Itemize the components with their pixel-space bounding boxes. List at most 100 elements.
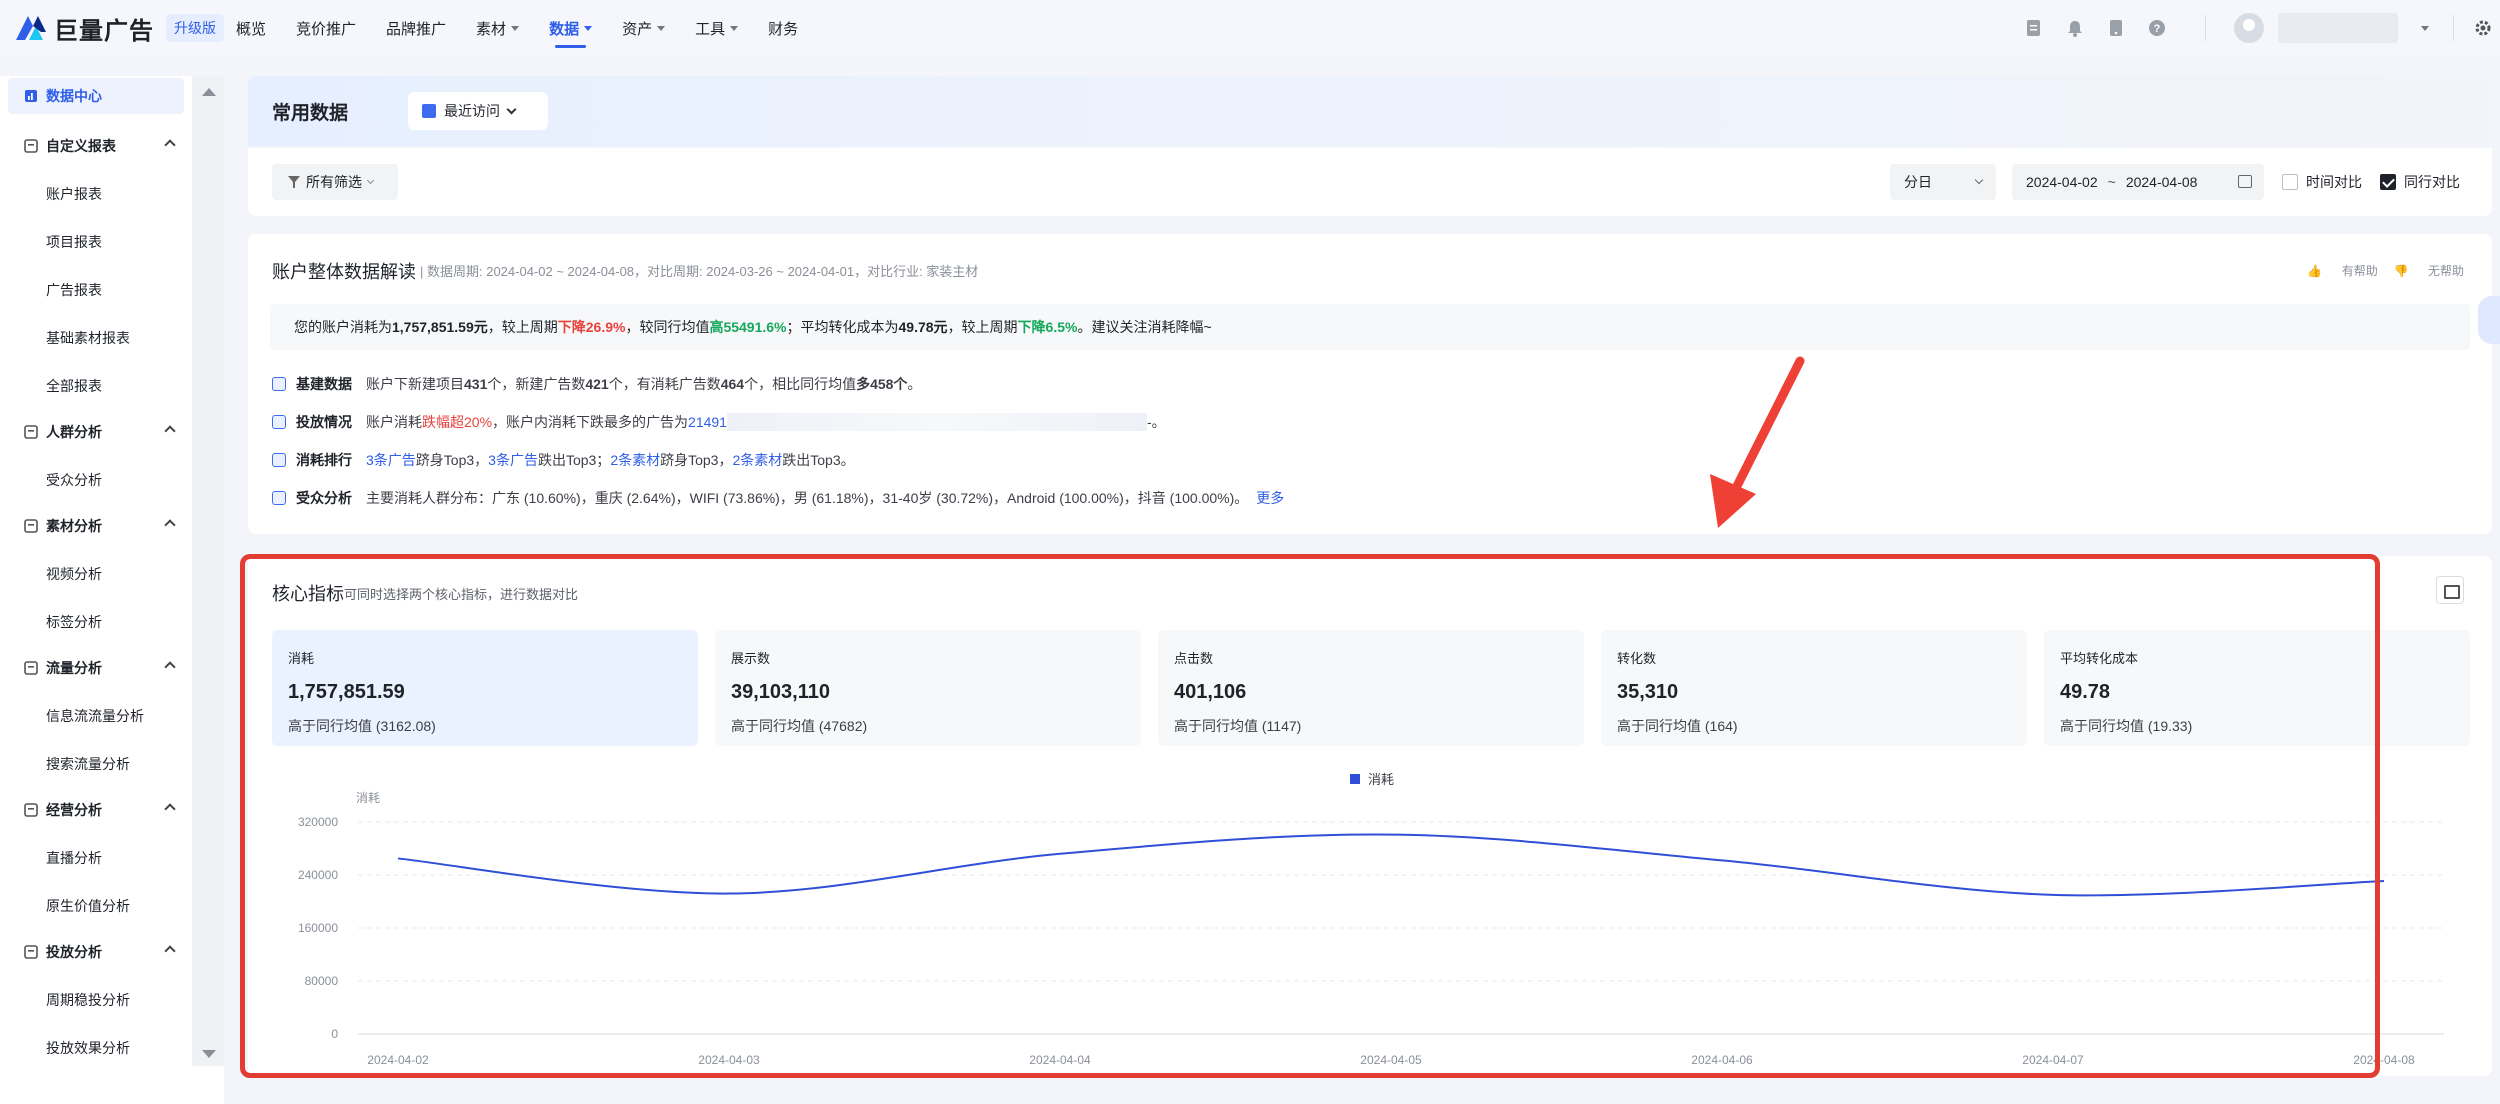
sidebar-item-0-3[interactable]: 基础素材报表 xyxy=(8,320,184,356)
sidebar-item-4-1[interactable]: 原生价值分析 xyxy=(8,888,184,924)
sidebar-group-0[interactable]: 自定义报表 xyxy=(8,128,184,164)
nav-item-0[interactable]: 概览 xyxy=(236,0,266,56)
peer-compare-checkbox[interactable]: 同行对比 xyxy=(2380,172,2460,192)
document-icon[interactable] xyxy=(2023,17,2045,39)
more-link[interactable]: 更多 xyxy=(1256,488,1284,508)
sidebar-group-4[interactable]: 经营分析 xyxy=(8,792,184,828)
sidebar-item-2-1[interactable]: 标签分析 xyxy=(8,604,184,640)
group-icon xyxy=(24,139,38,153)
nav-item-1[interactable]: 竞价推广 xyxy=(296,0,356,56)
highlight-box xyxy=(240,554,2380,1078)
rank-link[interactable]: 2条素材 xyxy=(732,450,782,470)
assistant-bubble[interactable] xyxy=(2478,296,2500,344)
sidebar-item-0-0[interactable]: 账户报表 xyxy=(8,176,184,212)
sidebar-item-label: 全部报表 xyxy=(46,378,102,394)
nav-item-2[interactable]: 品牌推广 xyxy=(386,0,446,56)
chevron-up-icon[interactable] xyxy=(164,425,176,437)
helpful-button[interactable]: 👍 有帮助 xyxy=(2307,262,2377,279)
sidebar-item-3-0[interactable]: 信息流流量分析 xyxy=(8,698,184,734)
sidebar-group-1[interactable]: 人群分析 xyxy=(8,414,184,450)
date-range-picker[interactable]: 2024-04-02 ~ 2024-04-08 xyxy=(2012,164,2264,200)
interpretation-title: 账户整体数据解读 xyxy=(272,262,416,282)
sidebar-group-label: 人群分析 xyxy=(46,424,102,440)
time-compare-label: 时间对比 xyxy=(2306,174,2362,190)
checkbox-box[interactable] xyxy=(2282,174,2298,190)
nav-item-label: 竞价推广 xyxy=(296,20,357,38)
sidebar-item-data-center[interactable]: 数据中心 xyxy=(8,78,184,114)
trend-icon xyxy=(272,415,286,429)
not-helpful-button[interactable]: 👎 无帮助 xyxy=(2394,262,2464,279)
summary-text: 您的账户消耗为 1,757,851.59元 ，较上周期 下降26.9% ，较同行均值 高5… xyxy=(270,304,2470,350)
nav-item-label: 工具 xyxy=(695,20,726,38)
chevron-up-icon[interactable] xyxy=(164,519,176,531)
account-name-blurred[interactable] xyxy=(2278,13,2398,43)
avatar[interactable] xyxy=(2234,13,2264,43)
nav-item-3[interactable]: 素材 xyxy=(476,0,520,56)
sidebar-item-0-2[interactable]: 广告报表 xyxy=(8,272,184,308)
help-icon[interactable]: ? xyxy=(2146,17,2168,39)
filter-bar: 所有筛选 分日 2024-04-02 ~ 2024-04-08 时间对比 同行对… xyxy=(248,148,2492,216)
sidebar-group-label: 经营分析 xyxy=(46,802,102,818)
nav-item-7[interactable]: 财务 xyxy=(768,0,798,56)
rank-link[interactable]: 3条广告 xyxy=(488,450,538,470)
sidebar-item-5-1[interactable]: 投放效果分析 xyxy=(8,1030,184,1066)
recent-visit-button[interactable]: 最近访问 xyxy=(408,92,548,130)
chevron-up-icon[interactable] xyxy=(164,945,176,957)
sidebar-item-label: 数据中心 xyxy=(46,88,102,104)
phone-icon[interactable] xyxy=(2105,17,2127,39)
sidebar-group-5[interactable]: 投放分析 xyxy=(8,934,184,970)
row-build-data: 基建数据 账户下新建项目 431 个，新建广告数 421 个，有消耗广告数 464 个，相比… xyxy=(272,373,921,395)
scroll-up-icon[interactable] xyxy=(202,88,216,96)
nav-item-5[interactable]: 资产 xyxy=(622,0,666,56)
chart-icon xyxy=(25,90,37,102)
sidebar-item-label: 周期稳投分析 xyxy=(46,992,130,1008)
sidebar-scrollbar[interactable] xyxy=(192,76,224,1066)
gear-icon[interactable] xyxy=(2472,17,2494,39)
chevron-down-icon xyxy=(657,25,666,31)
recent-icon xyxy=(422,104,436,118)
sidebar-item-label: 基础素材报表 xyxy=(46,330,130,346)
sidebar-item-label: 受众分析 xyxy=(46,472,102,488)
upgrade-badge[interactable]: 升级版 xyxy=(166,14,224,42)
ad-id-link[interactable]: 21491 xyxy=(688,414,727,430)
feedback: 👍 有帮助 👎 无帮助 xyxy=(2291,262,2464,279)
sidebar-group-2[interactable]: 素材分析 xyxy=(8,508,184,544)
sidebar-item-0-4[interactable]: 全部报表 xyxy=(8,368,184,404)
chevron-up-icon[interactable] xyxy=(164,803,176,815)
sidebar-item-0-1[interactable]: 项目报表 xyxy=(8,224,184,260)
logo[interactable]: 巨量广告 升级版 xyxy=(16,12,224,45)
divider xyxy=(2205,15,2206,41)
group-icon xyxy=(24,945,38,959)
sidebar-group-3[interactable]: 流量分析 xyxy=(8,650,184,686)
granularity-value: 分日 xyxy=(1904,174,1932,190)
chevron-up-icon[interactable] xyxy=(164,139,176,151)
all-filters-button[interactable]: 所有筛选 xyxy=(272,164,398,200)
checkbox-box-checked[interactable] xyxy=(2380,174,2396,190)
top-right-tools: ? xyxy=(2023,0,2500,56)
sidebar-group-label: 流量分析 xyxy=(46,660,102,676)
table-view-icon[interactable] xyxy=(2436,576,2464,604)
main-nav: 概览 竞价推广 品牌推广 素材 数据 资产 工具 财务 xyxy=(236,0,828,56)
user-icon xyxy=(272,491,286,505)
page-title: 常用数据 xyxy=(272,103,349,124)
sidebar-item-5-0[interactable]: 周期稳投分析 xyxy=(8,982,184,1018)
granularity-select[interactable]: 分日 xyxy=(1890,164,1996,200)
svg-text:?: ? xyxy=(2154,23,2161,35)
rank-link[interactable]: 3条广告 xyxy=(366,450,416,470)
sidebar-item-2-0[interactable]: 视频分析 xyxy=(8,556,184,592)
peer-compare-label: 同行对比 xyxy=(2404,174,2460,190)
sidebar-item-3-1[interactable]: 搜索流量分析 xyxy=(8,746,184,782)
sidebar-item-4-0[interactable]: 直播分析 xyxy=(8,840,184,876)
scroll-down-icon[interactable] xyxy=(202,1050,216,1058)
sidebar-item-label: 搜索流量分析 xyxy=(46,755,130,772)
nav-item-4[interactable]: 数据 xyxy=(549,0,593,56)
nav-item-label: 品牌推广 xyxy=(386,20,447,38)
nav-item-6[interactable]: 工具 xyxy=(695,0,739,56)
account-dropdown-icon[interactable] xyxy=(2416,25,2429,31)
time-compare-checkbox[interactable]: 时间对比 xyxy=(2282,172,2362,192)
bell-icon[interactable] xyxy=(2064,17,2086,39)
group-icon xyxy=(24,425,38,439)
chevron-up-icon[interactable] xyxy=(164,661,176,673)
sidebar-item-1-0[interactable]: 受众分析 xyxy=(8,462,184,498)
rank-link[interactable]: 2条素材 xyxy=(610,450,660,470)
